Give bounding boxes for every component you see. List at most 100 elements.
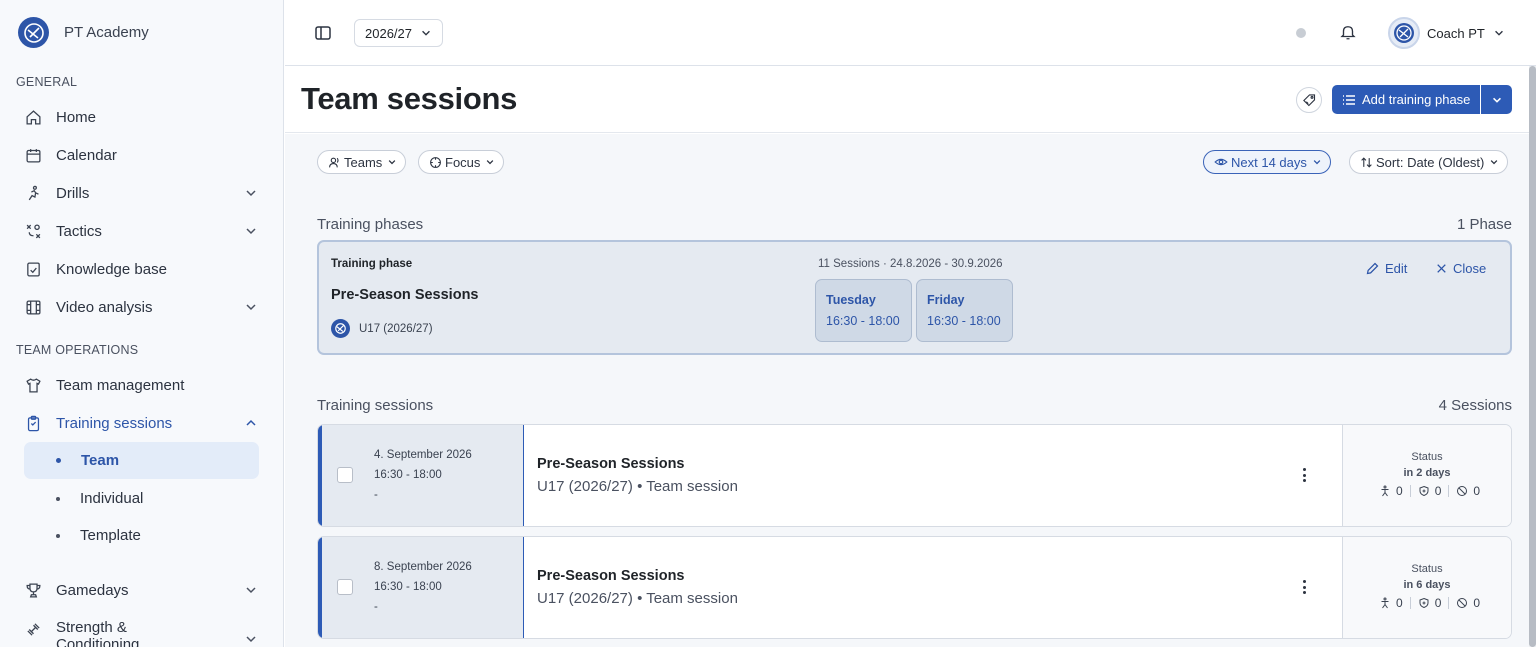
sidebar-toggle-icon[interactable] — [314, 24, 332, 42]
teams-filter[interactable]: Teams — [317, 150, 407, 174]
status-indicator-icon — [1296, 28, 1306, 38]
day-name: Friday — [927, 293, 965, 307]
season-value: 2026/27 — [365, 25, 412, 41]
sidebar-item-strength-conditioning[interactable]: Strength & Conditioning — [24, 610, 260, 647]
sidebar-subitem-individual[interactable]: Individual — [24, 480, 259, 517]
bell-icon[interactable] — [1339, 23, 1357, 41]
count-attending: 0 — [1396, 596, 1403, 610]
conditioning-label: Conditioning — [56, 636, 140, 647]
sidebar-item-tactics[interactable]: Tactics — [24, 213, 260, 249]
session-date: 8. September 2026 — [374, 561, 472, 573]
bullet-icon — [56, 496, 60, 501]
calendar-icon — [24, 146, 42, 164]
tags-button[interactable] — [1296, 87, 1322, 113]
session-date: 4. September 2026 — [374, 449, 472, 461]
sidebar-item-gamedays[interactable]: Gamedays — [24, 572, 260, 608]
chevron-down-icon — [1492, 97, 1501, 103]
status-counts: 0 0 0 — [1379, 596, 1480, 610]
phase-name: Pre-Season Sessions — [331, 287, 479, 303]
sidebar-item-knowledge-base[interactable]: Knowledge base — [24, 251, 260, 287]
add-training-phase-label: Add training phase — [1362, 92, 1471, 107]
sort-select[interactable]: Sort: Date (Oldest) — [1349, 150, 1509, 174]
date-range-label: Next 14 days — [1231, 154, 1307, 170]
count-injured: 0 — [1434, 596, 1442, 610]
sidebar-subitem-label: Team — [81, 452, 120, 469]
page-header: Team sessions Add training phase — [285, 67, 1530, 133]
sort-label: Sort: Date (Oldest) — [1376, 154, 1485, 170]
session-title: Pre-Season Sessions — [537, 568, 685, 584]
phase-team-label: U17 (2026/27) — [359, 322, 433, 335]
tag-icon — [1302, 93, 1315, 106]
sidebar-item-label: Gamedays — [56, 581, 129, 599]
sidebar-item-home[interactable]: Home — [24, 99, 260, 135]
sidebar-subitem-label: Template — [80, 527, 141, 544]
chevron-down-icon — [487, 160, 494, 165]
sidebar-item-label: Tactics — [56, 222, 102, 240]
bullet-icon — [56, 458, 61, 463]
chevron-down-icon — [246, 636, 256, 643]
sidebar-item-video-analysis[interactable]: Video analysis — [24, 289, 260, 325]
sidebar-subitem-team[interactable]: Team — [24, 442, 259, 479]
phase-day-friday: Friday 16:30 - 18:00 — [916, 279, 1013, 342]
chevron-down-icon — [246, 190, 256, 197]
sidebar-item-drills[interactable]: Drills — [24, 175, 260, 211]
running-icon — [24, 184, 42, 202]
user-menu[interactable]: Coach PT — [1388, 17, 1505, 49]
add-options-dropdown-button[interactable] — [1481, 85, 1512, 114]
phase-meta: 11 Sessions · 24.8.2026 - 30.9.2026 — [818, 258, 1003, 270]
date-range-filter[interactable]: Next 14 days — [1203, 150, 1331, 174]
session-title: Pre-Season Sessions — [537, 456, 685, 472]
session-checkbox[interactable] — [337, 579, 353, 595]
scrollbar-thumb[interactable] — [1529, 66, 1536, 647]
dumbbell-icon — [24, 620, 42, 638]
sidebar-item-team-management[interactable]: Team management — [24, 367, 260, 403]
eye-icon — [1214, 158, 1228, 166]
chevron-up-icon — [246, 419, 256, 426]
session-status: Status in 6 days 0 0 0 — [1342, 537, 1511, 638]
session-subtitle: U17 (2026/27) • Team session — [537, 590, 738, 607]
list-icon — [1343, 94, 1355, 105]
sort-icon — [1361, 156, 1372, 168]
session-extra: - — [374, 601, 378, 613]
focus-filter[interactable]: Focus — [418, 150, 505, 174]
edit-phase-button[interactable]: Edit — [1365, 261, 1407, 276]
scrollbar[interactable] — [1529, 66, 1536, 647]
sidebar-item-label: Training sessions — [56, 414, 173, 432]
more-options-icon[interactable] — [1298, 466, 1310, 484]
status-label: Status — [1411, 451, 1443, 463]
brand-name: PT Academy — [64, 24, 149, 41]
phase-team: U17 (2026/27) — [331, 319, 433, 338]
session-date-panel: 4. September 2026 16:30 - 18:00 - — [318, 425, 524, 526]
chevron-down-icon — [1313, 160, 1321, 165]
day-time: 16:30 - 18:00 — [927, 314, 1001, 328]
chevron-down-icon — [1491, 160, 1498, 165]
sidebar-subitem-template[interactable]: Template — [24, 517, 259, 554]
more-options-icon[interactable] — [1298, 578, 1310, 596]
training-sessions-heading: Training sessions — [317, 397, 434, 414]
close-icon — [1437, 264, 1446, 273]
focus-filter-label: Focus — [445, 154, 481, 170]
brand[interactable]: PT Academy — [18, 17, 149, 48]
film-icon — [24, 298, 42, 316]
sidebar-item-calendar[interactable]: Calendar — [24, 137, 260, 173]
session-card[interactable]: 4. September 2026 16:30 - 18:00 - Pre-Se… — [317, 424, 1512, 527]
session-card[interactable]: 8. September 2026 16:30 - 18:00 - Pre-Se… — [317, 536, 1512, 639]
status-label: Status — [1411, 563, 1443, 575]
chevron-down-icon — [246, 228, 256, 235]
add-training-phase-button[interactable]: Add training phase — [1332, 85, 1480, 114]
strength-label: Strength & — [56, 619, 127, 636]
ban-icon — [1457, 598, 1468, 608]
section-label-general: GENERAL — [16, 75, 78, 89]
session-date-panel: 8. September 2026 16:30 - 18:00 - — [318, 537, 524, 638]
phase-day-tuesday: Tuesday 16:30 - 18:00 — [815, 279, 912, 342]
training-phases-heading: Training phases — [317, 216, 424, 233]
training-phase-card[interactable]: Training phase Pre-Season Sessions U17 (… — [317, 240, 1512, 355]
sidebar-item-label: Calendar — [56, 146, 117, 164]
sidebar-item-training-sessions[interactable]: Training sessions — [24, 405, 260, 441]
season-select[interactable]: 2026/27 — [354, 19, 443, 47]
session-checkbox[interactable] — [337, 467, 353, 483]
user-icon — [329, 157, 339, 167]
sidebar-item-label: Strength & Conditioning — [56, 619, 139, 647]
close-phase-button[interactable]: Close — [1435, 261, 1486, 276]
day-time: 16:30 - 18:00 — [826, 314, 900, 328]
